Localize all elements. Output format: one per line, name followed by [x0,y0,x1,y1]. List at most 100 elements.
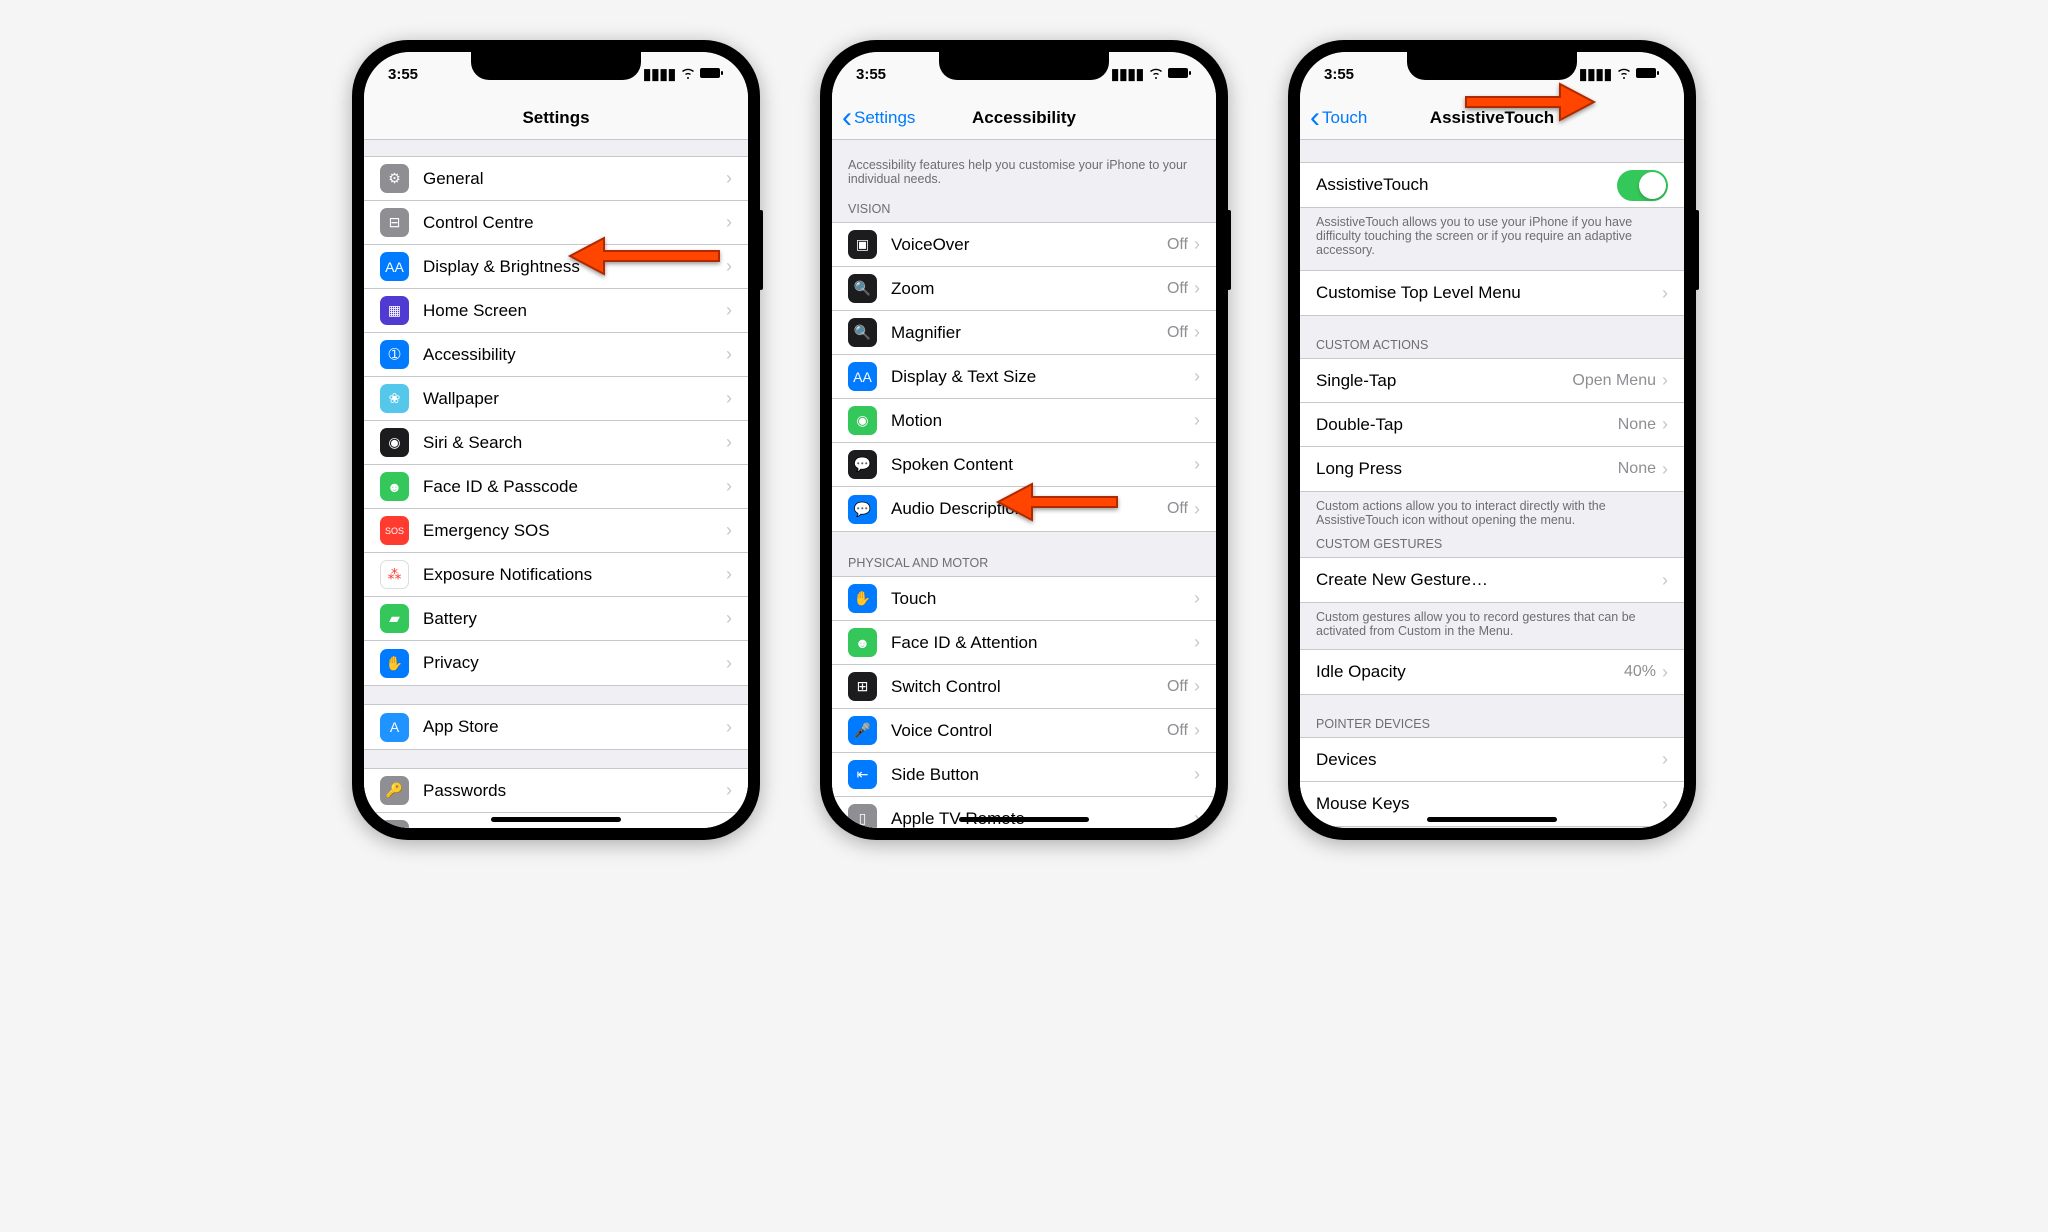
passwords-icon: 🔑 [380,776,409,805]
content[interactable]: ⚙General›⊟Control Centre›AADisplay & Bri… [364,140,748,828]
side-button [1227,210,1231,290]
chevron-right-icon: › [1194,410,1200,431]
chevron-right-icon: › [1662,414,1668,435]
chevron-right-icon: › [726,608,732,629]
chevron-right-icon: › [1194,632,1200,653]
accessibility-row-voice-control[interactable]: 🎤Voice ControlOff› [832,709,1216,753]
wallpaper-icon: ❀ [380,384,409,413]
assistivetouch-toggle[interactable] [1617,170,1668,201]
screen: 3:55 ▮▮▮▮ Touch AssistiveTouch Assistive… [1300,52,1684,828]
home-indicator[interactable] [491,817,621,822]
settings-row-face-id-passcode[interactable]: ☻Face ID & Passcode› [364,465,748,509]
chevron-right-icon: › [726,212,732,233]
motor-group: ✋Touch›☻Face ID & Attention›⊞Switch Cont… [832,576,1216,828]
row-value: 40% [1624,663,1656,681]
row-label: Double-Tap [1316,415,1618,435]
settings-row-exposure-notifications[interactable]: ⁂Exposure Notifications› [364,553,748,597]
siri-search-icon: ◉ [380,428,409,457]
accessibility-row-touch[interactable]: ✋Touch› [832,577,1216,621]
gestures-footer: Custom gestures allow you to record gest… [1300,603,1684,645]
accessibility-row-magnifier[interactable]: 🔍MagnifierOff› [832,311,1216,355]
accessibility-row-zoom[interactable]: 🔍ZoomOff› [832,267,1216,311]
chevron-right-icon: › [1194,454,1200,475]
row-value: Off [1167,280,1188,298]
row-label: App Store [423,717,726,737]
chevron-right-icon: › [726,344,732,365]
motion-icon: ◉ [848,406,877,435]
accessibility-row-side-button[interactable]: ⇤Side Button› [832,753,1216,797]
face-id-attention-icon: ☻ [848,628,877,657]
accessibility-row-voiceover[interactable]: ▣VoiceOverOff› [832,223,1216,267]
settings-row-general[interactable]: ⚙General› [364,157,748,201]
row-label: Siri & Search [423,433,726,453]
battery-icon [700,66,724,83]
settings-row-privacy[interactable]: ✋Privacy› [364,641,748,685]
settings-row-wallpaper[interactable]: ❀Wallpaper› [364,377,748,421]
row-label: Contacts [423,825,726,829]
display-brightness-icon: AA [380,252,409,281]
accessibility-row-motion[interactable]: ◉ Motion› [832,399,1216,443]
chevron-right-icon: › [726,388,732,409]
chevron-right-icon: › [1194,676,1200,697]
accessibility-row-apple-tv-remote[interactable]: ▯Apple TV Remote› [832,797,1216,828]
chevron-right-icon: › [726,780,732,801]
accessibility-icon: ➀ [380,340,409,369]
customise-row[interactable]: Customise Top Level Menu › [1300,271,1684,315]
side-button-icon: ⇤ [848,760,877,789]
section-header-motor: PHYSICAL AND MOTOR [832,550,1216,576]
row-label: Motion [891,411,1194,431]
signal-icon: ▮▮▮▮ [1111,65,1144,83]
back-button[interactable]: Settings [842,108,915,128]
settings-row-accessibility[interactable]: ➀Accessibility› [364,333,748,377]
accessibility-row-switch-control[interactable]: ⊞Switch ControlOff› [832,665,1216,709]
content[interactable]: Accessibility features help you customis… [832,140,1216,828]
row-label: Display & Text Size [891,367,1194,387]
row-value: Open Menu [1572,372,1656,390]
voice-control-icon: 🎤 [848,716,877,745]
create-gesture-row[interactable]: Create New Gesture… › [1300,558,1684,602]
chevron-right-icon: › [726,564,732,585]
battery-icon: ▰ [380,604,409,633]
settings-row-app-store[interactable]: AApp Store› [364,705,748,749]
accessibility-row-face-id-attention[interactable]: ☻Face ID & Attention› [832,621,1216,665]
home-indicator[interactable] [959,817,1089,822]
settings-row-passwords[interactable]: 🔑Passwords› [364,769,748,813]
status-time: 3:55 [388,66,418,83]
magnifier-icon: 🔍 [848,318,877,347]
settings-group-2: AApp Store› [364,704,748,750]
chevron-right-icon: › [726,256,732,277]
action-row-double-tap[interactable]: Double-TapNone› [1300,403,1684,447]
settings-row-emergency-sos[interactable]: SOSEmergency SOS› [364,509,748,553]
chevron-right-icon: › [1194,588,1200,609]
chevron-right-icon: › [726,476,732,497]
row-label: Create New Gesture… [1316,570,1662,590]
row-label: Battery [423,609,726,629]
row-label: Privacy [423,653,726,673]
spoken-content-icon: 💬 [848,450,877,479]
general-icon: ⚙ [380,164,409,193]
exposure-notifications-icon: ⁂ [380,560,409,589]
row-value: None [1618,460,1656,478]
page-title: Settings [522,108,589,128]
home-indicator[interactable] [1427,817,1557,822]
action-row-long-press[interactable]: Long PressNone› [1300,447,1684,491]
status-time: 3:55 [1324,66,1354,83]
settings-row-home-screen[interactable]: ▦Home Screen› [364,289,748,333]
row-value: Off [1167,236,1188,254]
chevron-right-icon: › [726,300,732,321]
pointer-row-devices[interactable]: Devices› [1300,738,1684,782]
accessibility-row-display-text-size[interactable]: AADisplay & Text Size› [832,355,1216,399]
assistivetouch-toggle-row[interactable]: AssistiveTouch [1300,163,1684,207]
row-value: Off [1167,722,1188,740]
action-row-single-tap[interactable]: Single-TapOpen Menu› [1300,359,1684,403]
content[interactable]: AssistiveTouch AssistiveTouch allows you… [1300,140,1684,828]
back-button[interactable]: Touch [1310,108,1367,128]
chevron-right-icon: › [726,520,732,541]
chevron-right-icon: › [726,824,732,828]
idle-opacity-row[interactable]: Idle Opacity 40% › [1300,650,1684,694]
section-header-pointer: POINTER DEVICES [1300,711,1684,737]
settings-row-battery[interactable]: ▰ Battery› [364,597,748,641]
voiceover-icon: ▣ [848,230,877,259]
face-id-passcode-icon: ☻ [380,472,409,501]
settings-row-siri-search[interactable]: ◉Siri & Search› [364,421,748,465]
